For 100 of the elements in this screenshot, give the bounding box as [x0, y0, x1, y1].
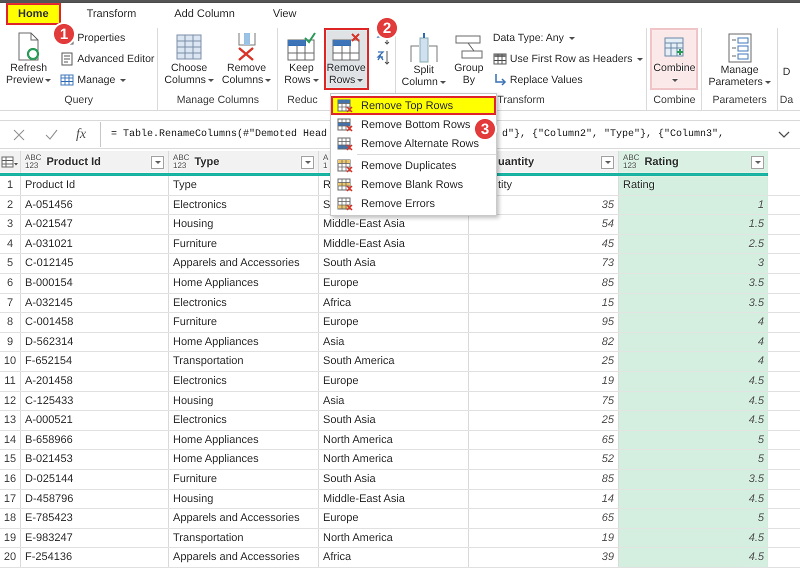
table-cell: D-562314: [20, 332, 168, 352]
group-label: Query: [64, 93, 93, 108]
table-cell: North America: [318, 450, 468, 469]
table-cell: Transportation: [168, 352, 318, 371]
row-number: 1: [6, 178, 14, 193]
table-cell: Europe: [318, 274, 468, 293]
type-label: ABC 123: [623, 154, 640, 170]
row-number: 8: [6, 315, 14, 330]
table-cell: Rating: [618, 176, 768, 195]
table-cell: A-201458: [20, 372, 168, 391]
row-number: 15: [2, 452, 18, 468]
table-cell: Electronics: [168, 196, 318, 214]
table-cell: 4.5: [618, 392, 768, 410]
function-label: fx: [76, 126, 88, 142]
table-cell: Electronics: [168, 372, 318, 391]
table-cell: Electronics: [168, 411, 318, 430]
table-cell: A-032145: [20, 294, 168, 312]
row-number: 4: [6, 236, 14, 252]
table-cell: 4.5: [618, 548, 768, 567]
group-label: Transform: [497, 93, 545, 108]
table-cell: B-000154: [20, 274, 168, 293]
group-label: Combine: [653, 93, 696, 108]
table-cell: Type: [168, 176, 318, 195]
row-number: 19: [2, 530, 18, 546]
table-cell: 4.5: [618, 528, 768, 548]
table-cell: Product Id: [20, 176, 168, 195]
table-cell: Europe: [318, 509, 468, 528]
table-cell: South America: [318, 352, 468, 371]
table-cell: 4: [618, 313, 768, 332]
table-cell: 1.5: [618, 215, 768, 234]
table-cell: Middle-East Asia: [318, 234, 468, 254]
table-cell: 3.5: [618, 294, 768, 312]
row-number: 3: [6, 217, 14, 232]
row-number: 6: [6, 276, 14, 291]
type-label: A 1: [323, 154, 328, 170]
table-cell: South Asia: [318, 254, 468, 273]
table-cell: 4.5: [618, 490, 768, 508]
table-cell: 3: [618, 254, 768, 273]
row-number: 10: [2, 354, 18, 370]
table-cell: Africa: [318, 548, 468, 567]
table-cell: Housing: [168, 215, 318, 234]
table-cell: B-658966: [20, 430, 168, 450]
table-cell: Transportation: [168, 528, 318, 548]
table-cell: South Asia: [318, 470, 468, 488]
table-cell: Housing: [168, 392, 318, 410]
table-cell: Apparels and Accessories: [168, 254, 318, 273]
table-cell: 3.5: [618, 470, 768, 488]
row-number: 20: [2, 550, 18, 566]
row-number: 14: [2, 432, 18, 448]
table-cell: 3.5: [618, 274, 768, 293]
step-callout-tooltip: 2: [375, 16, 399, 40]
group-label: Manage Columns: [176, 93, 259, 108]
table-cell: 5: [618, 430, 768, 450]
table-cell: C-012145: [20, 254, 168, 273]
table-cell: Electronics: [168, 294, 318, 312]
table-cell: Asia: [318, 392, 468, 410]
row-number: 2: [6, 198, 14, 213]
row-number: 5: [6, 256, 14, 272]
table-cell: D-458796: [20, 490, 168, 508]
row-number: 9: [6, 334, 14, 350]
table-cell: C-125433: [20, 392, 168, 410]
table-cell: Apparels and Accessories: [168, 509, 318, 528]
table-cell: F-254136: [20, 548, 168, 567]
table-cell: Furniture: [168, 313, 318, 332]
table-cell: Home Appliances: [168, 430, 318, 450]
table-cell: Africa: [318, 294, 468, 312]
row-number: 12: [2, 394, 18, 409]
table-cell: Asia: [318, 332, 468, 352]
row-number: 7: [6, 296, 14, 311]
table-cell: 4.5: [618, 372, 768, 391]
table-cell: 1: [618, 196, 768, 214]
table-cell: Home Appliances: [168, 274, 318, 293]
table-cell: B-021453: [20, 450, 168, 469]
row-number: 17: [2, 492, 18, 506]
table-cell: Europe: [318, 313, 468, 332]
table-cell: Furniture: [168, 234, 318, 254]
table-cell: North America: [318, 430, 468, 450]
table-cell: A-031021: [20, 234, 168, 254]
table-cell: 5: [618, 509, 768, 528]
table-cell: A-000521: [20, 411, 168, 430]
table-cell: E-785423: [20, 509, 168, 528]
table-cell: C-001458: [20, 313, 168, 332]
group-label: Parameters: [712, 93, 767, 108]
table-cell: 5: [618, 450, 768, 469]
table-cell: Housing: [168, 490, 318, 508]
table-cell: Middle-East Asia: [318, 490, 468, 508]
group-label: Da: [780, 93, 794, 108]
table-cell: A-021547: [20, 215, 168, 234]
table-cell: Furniture: [168, 470, 318, 488]
table-cell: 4: [618, 352, 768, 371]
step-callout-tooltip: 1: [52, 22, 76, 46]
table-cell: 2.5: [618, 234, 768, 254]
type-label: ABC 123: [25, 154, 42, 170]
row-number: 13: [2, 413, 18, 428]
table-cell: F-652154: [20, 352, 168, 371]
type-label: ABC 123: [173, 154, 190, 170]
table-cell: Home Appliances: [168, 450, 318, 469]
table-cell: 4: [618, 332, 768, 352]
table-cell: South Asia: [318, 411, 468, 430]
group-label: Reduc: [286, 93, 318, 108]
